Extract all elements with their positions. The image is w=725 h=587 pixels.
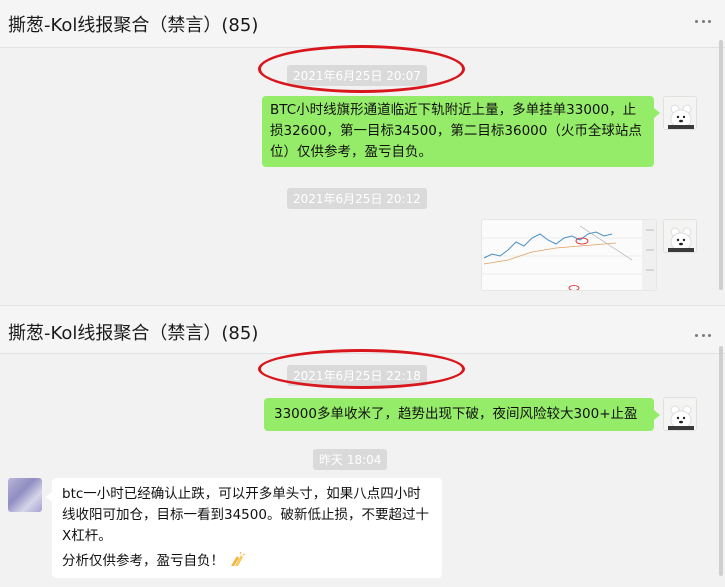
bear-avatar[interactable] (663, 96, 697, 130)
message-text: btc一小时已经确认止跌，可以开多单头寸，如果八点四小时线收阳可加仓，目标一看到… (62, 486, 429, 544)
more-icon[interactable] (695, 20, 711, 26)
chat-title: 撕葱-Kol线报聚合（禁言）(85) (8, 15, 259, 36)
chat-title: 撕葱-Kol线报聚合（禁言）(85) (8, 323, 259, 344)
chat-window-bottom: 撕葱-Kol线报聚合（禁言）(85) 2021年6月25日 22:18 3300… (0, 305, 725, 587)
bear-avatar[interactable] (663, 397, 697, 431)
message-text-end: 分析仅供参考，盈亏自负！ (62, 553, 224, 569)
message-bubble[interactable]: 33000多单收米了，趋势出现下破，夜间风险较大300+止盈 (264, 398, 660, 431)
message-bubble[interactable]: BTC小时线旗形通道临近下轨附近上量，多单挂单33000，止损32600，第一目… (262, 96, 660, 167)
timestamp: 2021年6月25日 20:12 (287, 188, 427, 209)
highlight-ellipse (258, 45, 465, 93)
minimize-icon[interactable]: — (705, 0, 715, 3)
more-icon[interactable] (695, 334, 711, 340)
highlight-ellipse (258, 349, 465, 389)
clap-emoji (228, 551, 246, 568)
message-text-line2: 分析仅供参考，盈亏自负！ (62, 551, 432, 572)
scrollbar[interactable] (719, 40, 723, 290)
chat-header: 撕葱-Kol线报聚合（禁言）(85) ⊥ — (0, 0, 725, 48)
bear-avatar[interactable] (663, 219, 697, 253)
message-bubble[interactable]: btc一小时已经确认止跌，可以开多单头寸，如果八点四小时线收阳可加仓，目标一看到… (46, 478, 442, 578)
chart-image-message[interactable] (481, 219, 657, 291)
timestamp: 昨天 18:04 (313, 449, 388, 470)
chat-window-top: 撕葱-Kol线报聚合（禁言）(85) ⊥ — 2021年6月25日 20:07 … (0, 0, 725, 305)
pin-icon[interactable]: ⊥ (667, 0, 677, 3)
window-controls: ⊥ — (667, 0, 715, 3)
chat-header: 撕葱-Kol线报聚合（禁言）(85) (0, 306, 725, 354)
sender-avatar[interactable] (8, 478, 42, 512)
scrollbar[interactable] (719, 346, 723, 576)
